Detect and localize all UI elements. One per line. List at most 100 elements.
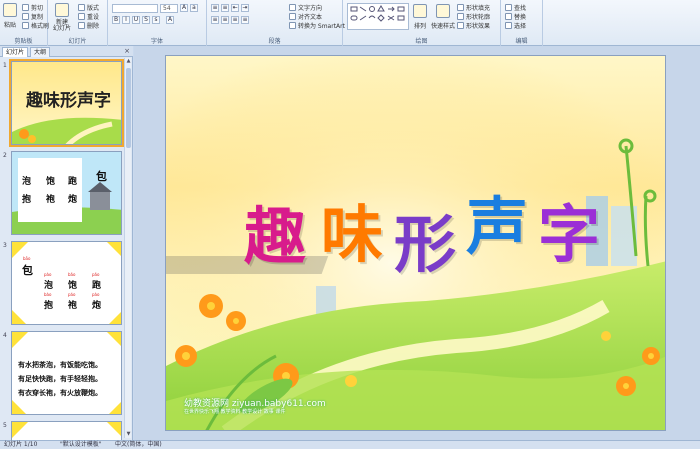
copy-button[interactable]: 复制: [22, 12, 43, 21]
font-name-box[interactable]: [112, 4, 158, 13]
justify-icon[interactable]: ≡: [241, 16, 249, 24]
slides-group-label: 幻灯片: [68, 38, 87, 45]
title-char[interactable]: 形: [394, 194, 456, 284]
grow-font-icon[interactable]: A: [180, 4, 188, 12]
title-char[interactable]: 字: [538, 184, 600, 274]
paste-icon: [3, 3, 17, 17]
select-button[interactable]: 选择: [505, 21, 526, 30]
paste-button[interactable]: 粘贴: [3, 3, 17, 29]
numbering-icon[interactable]: ≡: [221, 4, 229, 12]
scroll-down-icon[interactable]: ▼: [125, 431, 132, 438]
decrease-indent-icon[interactable]: ⇤: [231, 4, 239, 12]
hanzi: 包: [96, 170, 107, 183]
shadow-icon[interactable]: s: [152, 16, 160, 24]
font-size-box[interactable]: 54: [160, 4, 178, 13]
hanzi: 包: [22, 264, 33, 277]
hanzi: 饱: [46, 177, 56, 187]
slide-thumb-5[interactable]: [11, 421, 122, 440]
text-direction-button[interactable]: 文字方向: [289, 3, 322, 12]
poem-line: 有足快快跑，有手轻轻抱。: [18, 374, 102, 383]
align-center-icon[interactable]: ≡: [221, 16, 229, 24]
scroll-thumb[interactable]: [126, 68, 131, 148]
hanzi: 跑: [68, 177, 78, 187]
language-indicator[interactable]: 中文(简体，中国): [115, 441, 162, 449]
underline-icon[interactable]: U: [132, 16, 140, 24]
paragraph-group-label: 段落: [268, 38, 281, 45]
align-text-label: 对齐文本: [298, 14, 323, 21]
title-char[interactable]: 趣: [244, 186, 306, 276]
shape-outline-label: 形状轮廓: [466, 14, 491, 21]
align-text-button[interactable]: 对齐文本: [289, 12, 322, 21]
close-icon[interactable]: ×: [124, 47, 130, 55]
find-label: 查找: [514, 5, 527, 12]
new-slide-button[interactable]: 新建 幻灯片: [53, 3, 71, 32]
delete-label: 删除: [87, 23, 100, 30]
bold-icon[interactable]: B: [112, 16, 120, 24]
layout-button[interactable]: 版式: [78, 3, 99, 12]
quick-styles-button[interactable]: 快速样式: [431, 4, 455, 30]
cut-label: 剪切: [31, 5, 44, 12]
quick-styles-icon: [436, 4, 450, 18]
fill-bucket-icon: [457, 4, 464, 11]
thumb-number: 4: [3, 332, 7, 339]
shape-effects-label: 形状效果: [466, 23, 491, 30]
strikethrough-icon[interactable]: S: [142, 16, 150, 24]
watermark-subtext: 在世界快乐飞翔 教学资料 教学设计 故事 课件: [184, 409, 286, 415]
title-char[interactable]: 声: [466, 176, 528, 266]
pinyin: bāo: [23, 256, 31, 261]
pane-scrollbar[interactable]: ▲ ▼: [124, 58, 131, 438]
text-direction-icon: [289, 4, 296, 11]
format-painter-button[interactable]: 格式刷: [22, 21, 49, 30]
font-color-icon[interactable]: A: [166, 16, 174, 24]
tab-slides[interactable]: 幻灯片: [2, 47, 29, 57]
arrange-button[interactable]: 排列: [413, 4, 427, 30]
thumb-1-title: 趣味形声字: [26, 91, 111, 111]
poem-line: 有衣穿长袍，有火放鞭炮。: [18, 388, 102, 397]
italic-icon[interactable]: I: [122, 16, 130, 24]
select-label: 选择: [514, 23, 527, 30]
slide-thumb-3[interactable]: bāo 包 pào bǎo pǎo 泡 饱 跑 bào páo pào 抱 袍 …: [11, 241, 122, 325]
reset-button[interactable]: 重设: [78, 12, 99, 21]
align-left-icon[interactable]: ≡: [211, 16, 219, 24]
slide-thumb-3-art: [12, 242, 121, 324]
shapes-gallery[interactable]: [347, 3, 409, 30]
cut-button[interactable]: 剪切: [22, 3, 43, 12]
align-right-icon[interactable]: ≡: [231, 16, 239, 24]
theme-name[interactable]: "默认设计模板": [60, 441, 102, 449]
editing-group-label: 编辑: [515, 38, 528, 45]
clipboard-group-label: 剪贴板: [14, 38, 33, 45]
delete-icon: [78, 22, 85, 29]
align-text-icon: [289, 13, 296, 20]
editing-group: 查找 替换 选择 编辑: [501, 0, 543, 46]
slide-thumb-2[interactable]: 泡 饱 跑 抱 袍 炮 包: [11, 151, 122, 235]
shape-fill-label: 形状填充: [466, 5, 491, 12]
increase-indent-icon[interactable]: ⇥: [241, 4, 249, 12]
shape-effects-button[interactable]: 形状效果: [457, 21, 490, 30]
replace-button[interactable]: 替换: [505, 12, 526, 21]
slide-counter: 幻灯片 1/10: [4, 441, 38, 448]
paste-label: 粘贴: [3, 22, 16, 29]
hanzi: 饱: [68, 281, 78, 291]
binoculars-icon: [505, 4, 512, 11]
slide-thumb-1[interactable]: 趣味形声字: [9, 59, 124, 147]
copy-icon: [22, 13, 29, 20]
text-direction-label: 文字方向: [298, 5, 323, 12]
quick-styles-label: 快速样式: [431, 23, 456, 30]
main-slide[interactable]: 趣 味 形 声 字 幼教资源网 ziyuan.baby611.com 在世界快乐…: [165, 55, 666, 431]
hanzi: 泡: [22, 177, 32, 187]
slide-thumb-4[interactable]: 有水把茶泡，有饭能吃饱。 有足快快跑，有手轻轻抱。 有衣穿长袍，有火放鞭炮。: [11, 331, 122, 415]
hanzi: 炮: [68, 195, 78, 205]
new-slide-label: 新建 幻灯片: [53, 19, 72, 32]
shape-outline-button[interactable]: 形状轮廓: [457, 12, 490, 21]
scroll-up-icon[interactable]: ▲: [125, 58, 132, 65]
shape-fill-button[interactable]: 形状填充: [457, 3, 490, 12]
pane-tabs: 幻灯片 大纲 ×: [0, 46, 133, 57]
bullets-icon[interactable]: ≡: [211, 4, 219, 12]
title-char[interactable]: 味: [321, 184, 383, 274]
shrink-font-icon[interactable]: a: [190, 4, 198, 12]
delete-button[interactable]: 删除: [78, 21, 99, 30]
smartart-button[interactable]: 转换为 SmartArt: [289, 21, 345, 30]
find-button[interactable]: 查找: [505, 3, 526, 12]
smartart-label: 转换为 SmartArt: [298, 23, 345, 30]
tab-outline[interactable]: 大纲: [30, 47, 51, 57]
